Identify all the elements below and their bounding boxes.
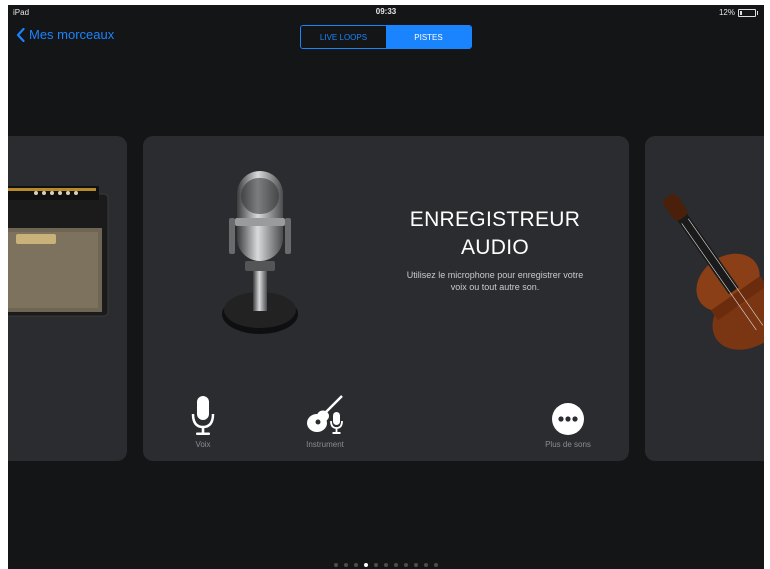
page-dot[interactable] — [354, 563, 358, 567]
view-switcher: LIVE LOOPS PISTES — [300, 25, 472, 49]
option-plus-de-sons[interactable]: Plus de sons — [528, 394, 608, 449]
guitar-microphone-icon — [307, 395, 343, 434]
page-dot[interactable] — [374, 563, 378, 567]
card-description-line2: voix ou tout autre son. — [450, 282, 540, 292]
strings-instrument-card[interactable] — [645, 136, 764, 461]
tab-pistes[interactable]: PISTES — [386, 26, 471, 48]
audio-recorder-card[interactable]: ENREGISTREUR AUDIO Utilisez le microphon… — [143, 136, 629, 461]
page-dot[interactable] — [384, 563, 388, 567]
card-description-line1: Utilisez le microphone pour enregistrer … — [406, 270, 584, 280]
page-dot[interactable] — [334, 563, 338, 567]
violin-image — [663, 193, 764, 350]
option-voix[interactable]: Voix — [163, 394, 243, 449]
page-dot[interactable] — [364, 563, 368, 567]
battery-icon — [738, 8, 758, 17]
garageband-screen: iPad 09:33 12% Mes morceaux LIVE LOOPS P… — [8, 5, 764, 569]
battery-status: 12% — [718, 8, 758, 17]
status-bar: iPad 09:33 12% — [8, 5, 764, 19]
chevron-left-icon — [16, 27, 25, 42]
option-instrument[interactable]: Instrument — [285, 394, 365, 449]
vintage-microphone-image — [222, 171, 298, 334]
page-dot[interactable] — [424, 563, 428, 567]
amp-instrument-card[interactable] — [8, 136, 127, 461]
back-label: Mes morceaux — [29, 27, 115, 42]
page-dot[interactable] — [394, 563, 398, 567]
card-title-line1: ENREGISTREUR — [409, 208, 581, 231]
more-icon — [552, 403, 584, 435]
page-dot[interactable] — [404, 563, 408, 567]
battery-percent: 12% — [718, 8, 735, 17]
page-dot[interactable] — [344, 563, 348, 567]
amplifier-image — [8, 186, 109, 317]
microphone-icon — [191, 396, 215, 435]
status-time: 09:33 — [375, 7, 397, 16]
option-voix-label: Voix — [195, 440, 211, 449]
card-title: ENREGISTREUR AUDIO — [375, 206, 615, 262]
option-instrument-label: Instrument — [306, 440, 344, 449]
back-button[interactable]: Mes morceaux — [16, 27, 114, 42]
option-plus-de-sons-label: Plus de sons — [545, 440, 591, 449]
page-dot[interactable] — [414, 563, 418, 567]
page-dot[interactable] — [434, 563, 438, 567]
card-title-line2: AUDIO — [460, 236, 529, 259]
tab-live-loops[interactable]: LIVE LOOPS — [301, 26, 386, 48]
page-indicator[interactable] — [8, 563, 764, 567]
card-description: Utilisez le microphone pour enregistrer … — [373, 269, 617, 293]
